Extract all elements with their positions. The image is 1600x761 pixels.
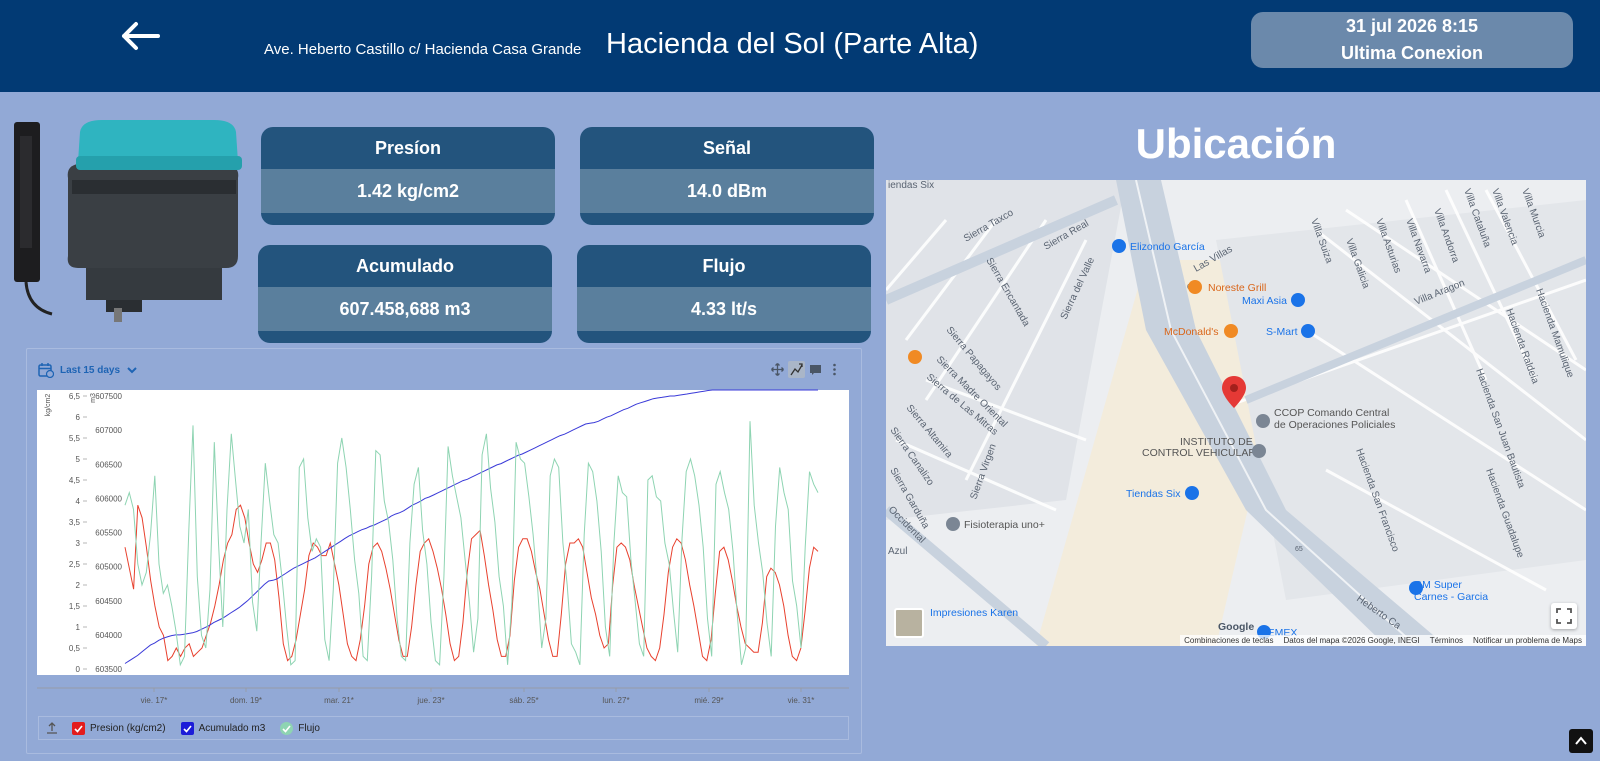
y-tick-label-right: 605000: [95, 563, 122, 572]
x-tick-label: sáb. 25*: [509, 696, 538, 705]
map-attribution: Combinaciones de teclas Datos del mapa ©…: [1180, 635, 1586, 646]
y-tick-label-left: 4,5: [69, 476, 81, 485]
shopping-icon: [1409, 581, 1423, 595]
place-icon: [946, 517, 960, 531]
restaurant-icon: [1224, 324, 1238, 338]
y-tick-label-left: 6,5: [69, 392, 81, 401]
poi-label: S-Mart: [1266, 326, 1298, 338]
legend-label-flujo: Flujo: [298, 722, 320, 734]
x-tick-label: dom. 19*: [230, 696, 262, 705]
satellite-toggle[interactable]: [894, 608, 924, 638]
y-tick-label-right: 607000: [95, 426, 122, 435]
y-tick-label-left: 4: [76, 497, 81, 506]
keyboard-shortcuts-link[interactable]: Combinaciones de teclas: [1184, 636, 1273, 645]
y-tick-label-left: 5,5: [69, 434, 81, 443]
map-label: Azul: [888, 546, 907, 557]
checkbox-icon: [180, 721, 194, 735]
poi-label: Maxi Asia: [1242, 295, 1287, 307]
upload-icon: [47, 722, 57, 734]
building-icon: [1252, 444, 1266, 458]
poi-label: Fisioterapia uno+: [964, 519, 1045, 531]
y-tick-label-left: 1,5: [69, 602, 81, 611]
poi-label: Carnes - Garcia: [1414, 591, 1488, 603]
poi-label: de Operaciones Policiales: [1274, 419, 1395, 431]
y-tick-label-right: 606000: [95, 494, 122, 503]
poi-label: Impresiones Karen: [930, 607, 1018, 619]
building-icon: [1256, 414, 1270, 428]
y-tick-label-left: 6: [76, 413, 81, 422]
legend-item-presion[interactable]: Presion (kg/cm2): [72, 721, 166, 735]
y-tick-label-left: 2,5: [69, 560, 81, 569]
map-fullscreen-button[interactable]: [1551, 603, 1577, 629]
report-problem-link[interactable]: Notificar un problema de Maps: [1473, 636, 1582, 645]
legend-item-flujo[interactable]: Flujo: [280, 721, 320, 735]
y-tick-label-right: 603500: [95, 665, 122, 674]
location-map[interactable]: iendas Six Sierra Taxco Sierra Real Las …: [886, 180, 1586, 646]
x-tick-label: vie. 17*: [141, 696, 168, 705]
restaurant-icon: [908, 350, 922, 364]
poi-label: McDonald's: [1164, 326, 1219, 338]
shopping-icon: [1301, 324, 1315, 338]
shopping-icon: [1185, 486, 1199, 500]
map-heading: Ubicación: [1135, 120, 1337, 167]
poi-label: CCOP Comando Central: [1274, 407, 1389, 419]
y-tick-label-right: 604500: [95, 597, 122, 606]
route-shield: 65: [1295, 546, 1303, 553]
x-tick-label: lun. 27*: [602, 696, 629, 705]
poi-label: Noreste Grill: [1208, 282, 1266, 294]
map-label: iendas Six: [888, 180, 934, 191]
map-canvas: iendas Six Sierra Taxco Sierra Real Las …: [886, 180, 1586, 646]
shopping-icon: [1112, 239, 1126, 253]
series-line-2: [124, 421, 819, 667]
y-axis-label-left: kg/cm2: [45, 394, 52, 417]
chart-legend: Presion (kg/cm2) Acumulado m3 Flujo: [38, 716, 849, 740]
y-axis-label-right: m3: [90, 393, 97, 403]
y-tick-label-right: 607500: [95, 392, 122, 401]
map-data-credit: Datos del mapa ©2026 Google, INEGI: [1283, 636, 1420, 645]
y-tick-label-left: 5: [76, 455, 81, 464]
poi-label: CONTROL VEHICULAR: [1142, 447, 1256, 459]
x-tick-label: vie. 31*: [788, 696, 815, 705]
y-tick-label-left: 1: [76, 623, 81, 632]
fullscreen-icon: [1556, 608, 1572, 624]
shopping-icon: [1291, 293, 1305, 307]
x-tick-label: mié. 29*: [694, 696, 723, 705]
y-tick-label-left: 0: [76, 665, 81, 674]
scroll-to-top-button[interactable]: [1569, 729, 1593, 753]
y-tick-label-left: 0,5: [69, 644, 81, 653]
legend-item-acumulado[interactable]: Acumulado m3: [180, 721, 266, 735]
checkbox-icon: [72, 721, 85, 735]
legend-label-presion: Presion (kg/cm2): [90, 722, 166, 734]
export-button[interactable]: [46, 722, 58, 734]
x-tick-label: jue. 23*: [416, 696, 444, 705]
y-tick-label-right: 606500: [95, 460, 122, 469]
y-tick-label-left: 2: [76, 581, 81, 590]
restaurant-icon: [1188, 280, 1202, 294]
y-tick-label-right: 605500: [95, 529, 122, 538]
x-tick-label: mar. 21*: [324, 696, 354, 705]
series-line-0: [124, 504, 819, 662]
y-tick-label-left: 3,5: [69, 518, 81, 527]
chevron-up-icon: [1575, 736, 1587, 745]
terms-link[interactable]: Términos: [1430, 636, 1463, 645]
y-tick-label-right: 604000: [95, 631, 122, 640]
checkbox-icon: [280, 721, 294, 735]
poi-label: Tiendas Six: [1126, 488, 1181, 500]
y-tick-label-left: 3: [76, 539, 81, 548]
legend-label-acumulado: Acumulado m3: [198, 722, 266, 734]
google-logo: Google: [1218, 621, 1254, 633]
poi-label: Elizondo García: [1130, 241, 1205, 253]
